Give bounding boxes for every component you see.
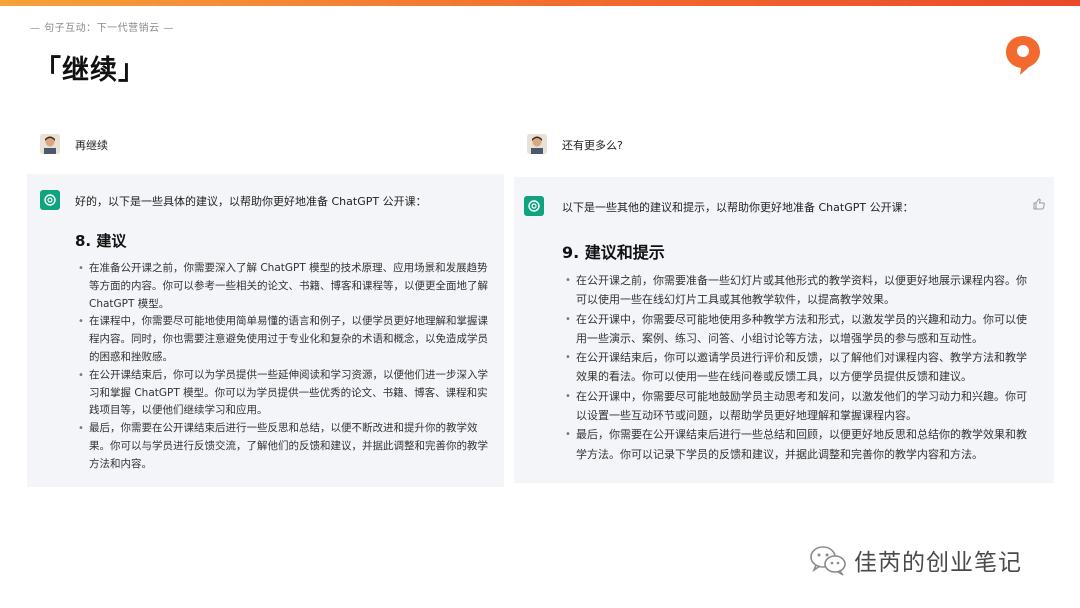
watermark: 佳芮的创业笔记: [808, 540, 1022, 580]
assistant-intro: 以下是一些其他的建议和提示，以帮助你更好地准备 ChatGPT 公开课：: [562, 201, 914, 214]
chat-panel-left: 再继续 好的，以下是一些具体的建议，以帮助你更好地准备 ChatGPT 公开课：…: [27, 128, 504, 487]
list-item: 最后，你需要在公开课结束后进行一些反思和总结，以便不断改进和提升你的教学效果。你…: [75, 420, 495, 473]
list-item: 在公开课中，你需要尽可能地使用多种教学方法和形式，以激发学员的兴趣和动力。你可以…: [562, 310, 1032, 349]
bullet-list: 在准备公开课之前，你需要深入了解 ChatGPT 模型的技术原理、应用场景和发展…: [75, 260, 495, 474]
top-accent-bar: [0, 0, 1080, 6]
list-item: 在准备公开课之前，你需要深入了解 ChatGPT 模型的技术原理、应用场景和发展…: [75, 260, 495, 313]
chat-panel-right: 还有更多么? 以下是一些其他的建议和提示，以帮助你更好地准备 ChatGPT 公…: [514, 128, 1054, 483]
slide-tagline: — 句子互动：下一代营销云 —: [30, 23, 174, 34]
bullet-list: 在公开课之前，你需要准备一些幻灯片或其他形式的教学资料，以便更好地展示课程内容。…: [562, 271, 1032, 464]
assistant-message: 好的，以下是一些具体的建议，以帮助你更好地准备 ChatGPT 公开课： 8. …: [27, 174, 504, 487]
list-item: 在公开课结束后，你可以为学员提供一些延伸阅读和学习资源，以便他们进一步深入学习和…: [75, 367, 495, 420]
wechat-icon: [810, 546, 846, 576]
speech-bubble-logo-icon: [1006, 36, 1040, 75]
user-message-row: 再继续: [27, 128, 504, 168]
list-item: 在课程中，你需要尽可能地使用简单易懂的语言和例子，以便学员更好地理解和掌握课程内…: [75, 313, 495, 366]
user-message-row: 还有更多么?: [514, 128, 1054, 168]
thumbs-up-icon[interactable]: [1032, 197, 1046, 211]
assistant-message: 以下是一些其他的建议和提示，以帮助你更好地准备 ChatGPT 公开课： 9. …: [514, 177, 1054, 483]
openai-icon: [524, 196, 544, 216]
list-item: 最后，你需要在公开课结束后进行一些总结和回顾，以便更好地反思和总结你的教学效果和…: [562, 425, 1032, 464]
slide-title: 「继续」: [34, 55, 146, 86]
section-heading: 9. 建议和提示: [562, 243, 665, 262]
user-avatar: [40, 134, 60, 154]
assistant-intro: 好的，以下是一些具体的建议，以帮助你更好地准备 ChatGPT 公开课：: [75, 195, 427, 208]
user-avatar: [527, 134, 547, 154]
openai-icon: [40, 190, 60, 210]
watermark-text: 佳芮的创业笔记: [854, 550, 1022, 576]
user-message-text: 再继续: [75, 139, 108, 152]
list-item: 在公开课中，你需要尽可能地鼓励学员主动思考和发问，以激发他们的学习动力和兴趣。你…: [562, 387, 1032, 426]
section-heading: 8. 建议: [75, 232, 127, 250]
user-message-text: 还有更多么?: [562, 139, 623, 152]
list-item: 在公开课结束后，你可以邀请学员进行评价和反馈，以了解他们对课程内容、教学方法和教…: [562, 348, 1032, 387]
list-item: 在公开课之前，你需要准备一些幻灯片或其他形式的教学资料，以便更好地展示课程内容。…: [562, 271, 1032, 310]
